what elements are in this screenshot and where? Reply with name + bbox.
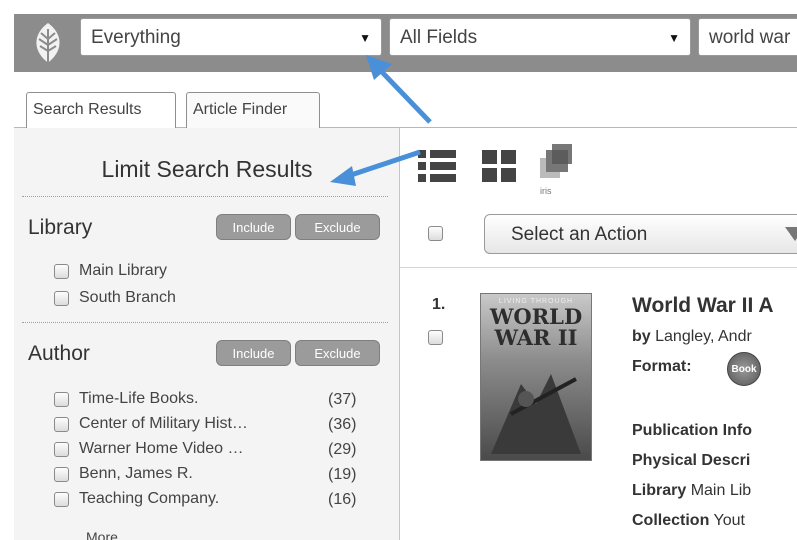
tab-bar: Search Results Article Finder	[14, 72, 797, 129]
tab-label: Search Results	[33, 101, 142, 118]
checkbox[interactable]	[54, 416, 69, 432]
action-select[interactable]: Select an Action	[484, 214, 797, 254]
facet-item-label: South Branch	[79, 289, 176, 306]
facet-item-label: Teaching Company.	[79, 490, 220, 507]
tab-search-results[interactable]: Search Results	[26, 92, 176, 129]
search-input-value: world war	[709, 27, 791, 48]
by-label: by	[632, 328, 651, 345]
action-row: Select an Action	[400, 200, 797, 268]
book-format-icon: Book	[727, 352, 761, 386]
tab-label: Article Finder	[193, 101, 288, 118]
author-exclude-button[interactable]: Exclude	[295, 340, 380, 366]
field-label: Physical Descri	[632, 452, 751, 469]
dropdown-arrow-icon: ▼	[359, 31, 371, 45]
dropdown-arrow-icon: ▼	[668, 31, 680, 45]
result-number: 1.	[432, 296, 446, 313]
facet-count: (19)	[328, 466, 357, 483]
tab-article-finder[interactable]: Article Finder	[186, 92, 320, 128]
facet-item-label: Warner Home Video …	[79, 440, 244, 457]
facet-item[interactable]: Time-Life Books.	[54, 388, 198, 410]
more-link[interactable]: More...	[86, 526, 130, 540]
leaf-logo-icon[interactable]	[20, 20, 76, 66]
facet-item[interactable]: Center of Military Hist…	[54, 413, 248, 435]
cover-title: WORLD WAR II	[489, 304, 583, 350]
select-all-checkbox[interactable]	[428, 226, 443, 241]
result-author[interactable]: Langley, Andr	[655, 328, 752, 345]
view-toolbar: iris	[418, 140, 618, 200]
limit-title: Limit Search Results	[101, 156, 313, 182]
facet-count: (36)	[328, 416, 357, 433]
dropdown-arrow-icon	[785, 227, 797, 241]
action-select-label: Select an Action	[511, 224, 648, 245]
field-label: Publication Info	[632, 422, 752, 439]
result-field: Physical Descri	[632, 452, 750, 470]
limit-panel: Limit Search Results Library Include Exc…	[14, 128, 400, 540]
checkbox[interactable]	[54, 391, 69, 407]
iris-view-icon[interactable]: iris	[540, 144, 572, 196]
checkbox[interactable]	[54, 491, 69, 507]
result-checkbox[interactable]	[428, 330, 443, 345]
checkbox[interactable]	[54, 290, 69, 306]
result-format-line: Format:	[632, 358, 692, 376]
checkbox[interactable]	[54, 441, 69, 457]
search-scope-value: Everything	[91, 27, 181, 48]
facet-item-label: Center of Military Hist…	[79, 415, 248, 432]
search-field-value: All Fields	[400, 27, 478, 48]
facet-item-label: Main Library	[79, 262, 168, 279]
field-value: Yout	[713, 512, 745, 529]
facet-item-label: Time-Life Books.	[79, 390, 199, 407]
facet-count: (37)	[328, 391, 357, 408]
facet-item[interactable]: Teaching Company.	[54, 488, 219, 510]
checkbox[interactable]	[54, 263, 69, 279]
library-include-button[interactable]: Include	[216, 214, 291, 240]
facet-item[interactable]: South Branch	[54, 287, 176, 309]
facet-item[interactable]: Main Library	[54, 260, 167, 282]
field-value: Main Lib	[690, 482, 752, 499]
search-input[interactable]: world war	[698, 18, 797, 56]
list-view-icon[interactable]	[418, 150, 456, 182]
book-cover-image[interactable]: LIVING THROUGH WORLD WAR II	[480, 293, 592, 461]
facet-item-label: Benn, James R.	[79, 465, 193, 482]
facet-count: (16)	[328, 491, 357, 508]
search-scope-select[interactable]: Everything ▼	[80, 18, 382, 56]
result-title[interactable]: World War II A	[632, 294, 774, 318]
facet-item[interactable]: Warner Home Video …	[54, 438, 244, 460]
checkbox[interactable]	[54, 466, 69, 482]
format-label: Format:	[632, 358, 692, 375]
field-label: Collection	[632, 512, 710, 529]
facet-title-author: Author	[28, 342, 90, 365]
field-label: Library	[632, 482, 687, 499]
divider	[22, 196, 388, 197]
facet-count: (29)	[328, 441, 357, 458]
facet-item[interactable]: Benn, James R.	[54, 463, 193, 485]
library-exclude-button[interactable]: Exclude	[295, 214, 380, 240]
grid-view-icon[interactable]	[482, 150, 516, 182]
iris-label: iris	[540, 186, 552, 196]
result-field: Publication Info	[632, 422, 752, 440]
author-include-button[interactable]: Include	[216, 340, 291, 366]
divider	[22, 322, 388, 323]
result-field: Library Main Lib	[632, 482, 751, 500]
search-field-select[interactable]: All Fields ▼	[389, 18, 691, 56]
result-field: Collection Yout	[632, 512, 745, 530]
result-author-line: by Langley, Andr	[632, 328, 752, 346]
facet-title-library: Library	[28, 216, 93, 239]
